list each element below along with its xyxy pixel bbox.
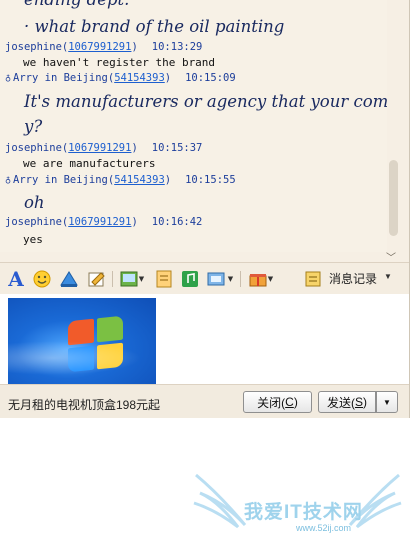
message-history-button[interactable]: 消息记录 <box>329 270 377 287</box>
sender-id-link[interactable]: 54154393 <box>114 72 165 84</box>
font-icon[interactable]: A <box>6 267 26 291</box>
wave-icon[interactable] <box>58 269 80 289</box>
watermark-url: www.52ij.com <box>296 523 352 533</box>
close-button[interactable]: 关闭(C) <box>243 391 312 413</box>
chat-history[interactable]: ending dept. · what brand of the oil pai… <box>0 0 387 252</box>
message-time: 10:15:09 <box>185 72 236 84</box>
watermark-text: 我爱IT技术网 <box>244 502 363 523</box>
message-header: josephine(1067991291) 10:13:29 <box>5 41 203 53</box>
screenshot-icon[interactable]: ▼ <box>204 269 236 289</box>
message-time: 10:16:42 <box>151 216 203 228</box>
history-icon[interactable] <box>304 269 322 289</box>
person-icon: ♁ <box>5 73 12 84</box>
image-icon[interactable]: ▼ <box>118 269 146 289</box>
sender-name: josephine <box>5 216 62 228</box>
message-time: 10:15:37 <box>151 142 203 154</box>
message-text: y? <box>24 117 43 136</box>
message-text: we haven't register the brand <box>23 56 216 69</box>
sender-name: Arry in Beijing <box>13 72 108 84</box>
divider <box>112 271 113 287</box>
send-button[interactable]: 发送(S) <box>318 391 376 413</box>
send-options-dropdown[interactable]: ▼ <box>376 391 398 413</box>
message-text: oh <box>24 193 45 212</box>
message-header: ♁ Arry in Beijing(54154393) 10:15:55 <box>5 174 236 186</box>
bottom-bar: 无月租的电视机顶盒198元起 关闭(C) 发送(S) ▼ <box>0 384 409 418</box>
message-text: we are manufacturers <box>23 157 156 170</box>
person-icon: ♁ <box>5 175 12 186</box>
document-icon[interactable] <box>154 269 174 289</box>
history-dropdown-icon[interactable]: ▼ <box>384 272 392 281</box>
sender-id-link[interactable]: 54154393 <box>114 174 165 186</box>
scribble-icon[interactable] <box>86 269 108 289</box>
message-time: 10:13:29 <box>151 41 203 53</box>
sender-id-link[interactable]: 1067991291 <box>68 216 131 228</box>
scrollbar-thumb[interactable] <box>389 160 398 236</box>
sender-name: josephine <box>5 41 62 53</box>
sender-id-link[interactable]: 1067991291 <box>68 142 131 154</box>
cut-off-message: ending dept. <box>24 0 129 13</box>
music-icon[interactable] <box>180 269 200 289</box>
divider <box>240 271 241 287</box>
sender-name: josephine <box>5 142 62 154</box>
message-text: It's manufacturers or agency that your c… <box>24 92 387 111</box>
message-input[interactable] <box>0 294 409 384</box>
ad-link[interactable]: 无月租的电视机顶盒198元起 <box>8 396 160 413</box>
sender-name: Arry in Beijing <box>13 174 108 186</box>
chat-window: ending dept. · what brand of the oil pai… <box>0 0 410 418</box>
sender-id-link[interactable]: 1067991291 <box>68 41 131 53</box>
message-text: · what brand of the oil painting <box>24 17 285 36</box>
message-header: josephine(1067991291) 10:15:37 <box>5 142 203 154</box>
message-text: yes <box>23 233 43 246</box>
emoji-icon[interactable] <box>32 269 52 289</box>
gift-icon[interactable]: ▼ <box>246 269 276 289</box>
windows-logo-image <box>8 298 156 384</box>
message-header: ♁ Arry in Beijing(54154393) 10:15:09 <box>5 72 236 84</box>
message-time: 10:15:55 <box>185 174 236 186</box>
message-header: josephine(1067991291) 10:16:42 <box>5 216 203 228</box>
